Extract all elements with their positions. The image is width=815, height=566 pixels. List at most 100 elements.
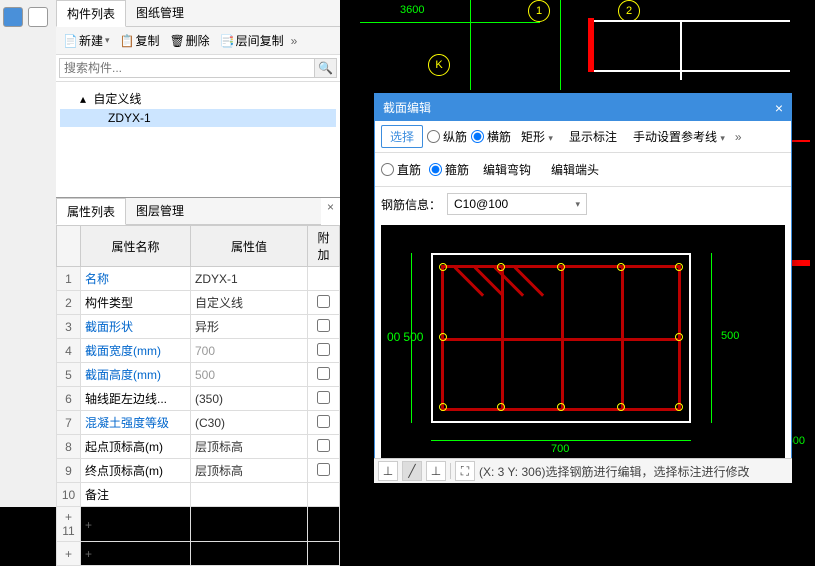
section-editor-dialog: 截面编辑 × 选择 纵筋 横筋 矩形 ▾ 显示标注 手动设置参考线 ▾ » 直筋… [374,93,792,482]
col-num [57,226,81,267]
tab-drawings[interactable]: 图纸管理 [126,0,194,26]
table-row[interactable]: 2构件类型自定义线 [57,291,340,315]
prop-extra[interactable] [308,459,340,483]
dialog-toolbar-2: 直筋 箍筋 编辑弯钩 编辑端头 [375,153,791,187]
table-row[interactable]: + 11+ 钢筋业务属性 [57,507,340,542]
view-mode-buttons [2,6,52,31]
prop-extra[interactable] [308,315,340,339]
status-bar: ⊥ ╱ ⊥ ⛶ (X: 3 Y: 306)选择钢筋进行编辑，选择标注进行修改 [374,458,792,483]
prop-extra[interactable] [308,435,340,459]
radio-stirrup[interactable]: 箍筋 [429,161,469,178]
cad-line [588,18,594,72]
tab-layers[interactable]: 图层管理 [126,198,194,224]
grid-view-icon[interactable] [28,7,48,27]
prop-value[interactable]: 700 [191,339,308,363]
edit-end-button[interactable]: 编辑端头 [545,159,605,180]
table-row[interactable]: 7混凝土强度等级(C30) [57,411,340,435]
rebar-dot[interactable] [439,263,447,271]
list-view-icon[interactable] [3,7,23,27]
table-row[interactable]: 9终点顶标高(m)层顶标高 [57,459,340,483]
prop-value[interactable] [191,542,308,566]
prop-value[interactable]: 异形 [191,315,308,339]
prop-value[interactable]: 层顶标高 [191,435,308,459]
prop-value[interactable]: (350) [191,387,308,411]
rebar-dot[interactable] [675,263,683,271]
prop-value[interactable]: 500 [191,363,308,387]
tree-root[interactable]: ▴ 自定义线 [60,88,336,109]
table-row[interactable]: 4截面宽度(mm)700 [57,339,340,363]
rebar-dot[interactable] [617,403,625,411]
hbar[interactable] [441,338,681,341]
rebar-info-input[interactable]: C10@100 ▾ [447,193,587,215]
fit-icon[interactable]: ⛶ [455,461,475,481]
rebar-dot[interactable] [675,403,683,411]
search-icon: 🔍 [318,61,333,75]
new-button[interactable]: 📄新建▾ [60,30,113,51]
tab-properties[interactable]: 属性列表 [56,198,126,225]
search-button[interactable]: 🔍 [315,58,337,78]
table-row[interactable]: 6轴线距左边线...(350) [57,387,340,411]
table-row[interactable]: 8起点顶标高(m)层顶标高 [57,435,340,459]
prop-extra[interactable] [308,387,340,411]
copy-button[interactable]: 📋复制 [117,30,163,51]
table-row[interactable]: 10备注 [57,483,340,507]
row-num: 5 [57,363,81,387]
row-num: 3 [57,315,81,339]
edit-hook-button[interactable]: 编辑弯钩 [477,159,537,180]
overflow-icon[interactable]: » [291,34,298,48]
row-num: 8 [57,435,81,459]
chevron-down-icon: ▾ [575,199,580,210]
table-row[interactable]: 5截面高度(mm)500 [57,363,340,387]
rebar-dot[interactable] [497,403,505,411]
close-icon[interactable]: × [321,198,340,216]
snap-icon-2[interactable]: ╱ [402,461,422,481]
delete-button[interactable]: 🗑删除 [167,30,213,51]
layer-copy-button[interactable]: 📑层间复制 [217,30,287,51]
dialog-titlebar[interactable]: 截面编辑 × [375,94,791,121]
prop-name: 截面形状 [81,315,191,339]
prop-value[interactable] [191,483,308,507]
tree-collapse-icon[interactable]: ▴ [80,92,90,106]
prop-extra[interactable] [308,267,340,291]
table-row[interactable]: 1名称ZDYX-1 [57,267,340,291]
rebar-dot[interactable] [557,403,565,411]
cad-line [470,0,471,90]
rebar-dot[interactable] [439,333,447,341]
rebar-dot[interactable] [675,333,683,341]
prop-extra[interactable] [308,542,340,566]
rect-button[interactable]: 矩形 ▾ [515,126,559,147]
prop-extra[interactable] [308,291,340,315]
overflow-icon[interactable]: » [735,130,742,144]
table-row[interactable]: + + 土建业务属性 [57,542,340,566]
radio-straight[interactable]: 直筋 [381,161,421,178]
radio-vbar[interactable]: 纵筋 [427,128,467,145]
component-tree[interactable]: ▴ 自定义线 ZDYX-1 [56,82,340,197]
select-button[interactable]: 选择 [381,125,423,148]
tree-item-zdyx1[interactable]: ZDYX-1 [60,109,336,127]
section-canvas[interactable]: 700 500 00 500 [381,225,785,475]
show-dim-button[interactable]: 显示标注 [563,126,623,147]
prop-extra[interactable] [308,411,340,435]
radio-hbar[interactable]: 横筋 [471,128,511,145]
snap-icon-3[interactable]: ⊥ [426,461,446,481]
prop-extra[interactable] [308,507,340,542]
rebar-dot[interactable] [439,403,447,411]
manual-ref-button[interactable]: 手动设置参考线 ▾ [627,126,731,147]
rebar-dot[interactable] [557,263,565,271]
snap-icon-1[interactable]: ⊥ [378,461,398,481]
search-input[interactable] [59,58,315,78]
prop-value[interactable] [191,507,308,542]
prop-value[interactable]: (C30) [191,411,308,435]
prop-value[interactable]: 自定义线 [191,291,308,315]
close-icon[interactable]: × [775,100,783,116]
rebar-dot[interactable] [617,263,625,271]
prop-extra[interactable] [308,339,340,363]
table-row[interactable]: 3截面形状异形 [57,315,340,339]
prop-value[interactable]: ZDYX-1 [191,267,308,291]
prop-extra[interactable] [308,363,340,387]
prop-value[interactable]: 层顶标高 [191,459,308,483]
panel-body: 构件列表 图纸管理 📄新建▾ 📋复制 🗑删除 📑层间复制 » 🔍 ▴ 自定义线 … [56,0,340,507]
rebar-dot[interactable] [497,263,505,271]
prop-extra[interactable] [308,483,340,507]
tab-components[interactable]: 构件列表 [56,0,126,27]
